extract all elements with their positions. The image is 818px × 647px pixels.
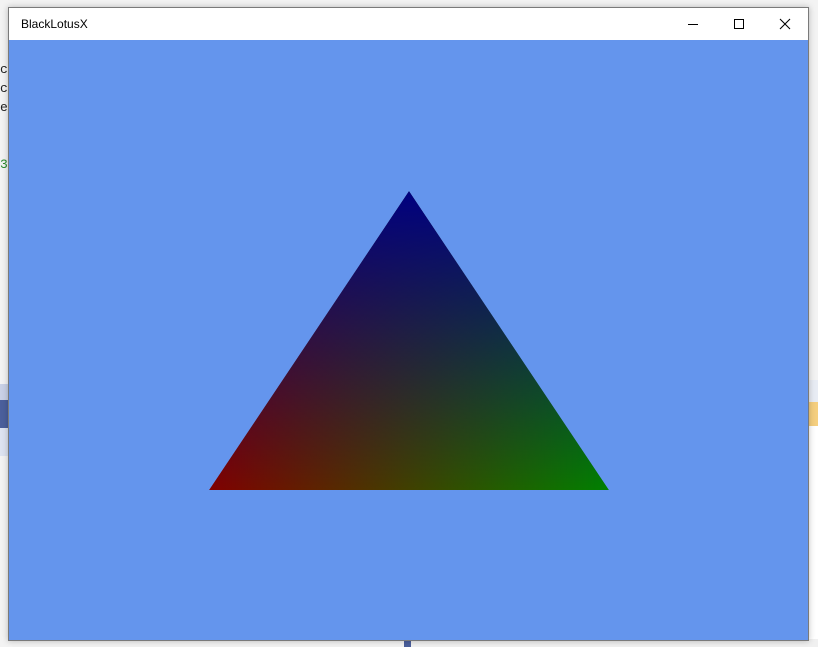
- title-bar[interactable]: BlackLotusX: [9, 8, 808, 40]
- background-output-panel: [808, 380, 818, 647]
- maximize-icon: [734, 19, 744, 29]
- minimize-button[interactable]: [670, 8, 716, 40]
- app-window[interactable]: BlackLotusX: [8, 7, 809, 641]
- minimize-icon: [688, 24, 698, 25]
- window-title: BlackLotusX: [21, 17, 88, 31]
- triangle-overlay: [209, 191, 609, 490]
- maximize-button[interactable]: [716, 8, 762, 40]
- close-icon: [779, 18, 791, 30]
- close-button[interactable]: [762, 8, 808, 40]
- render-viewport[interactable]: [9, 40, 808, 640]
- triangle-scene: [209, 191, 609, 490]
